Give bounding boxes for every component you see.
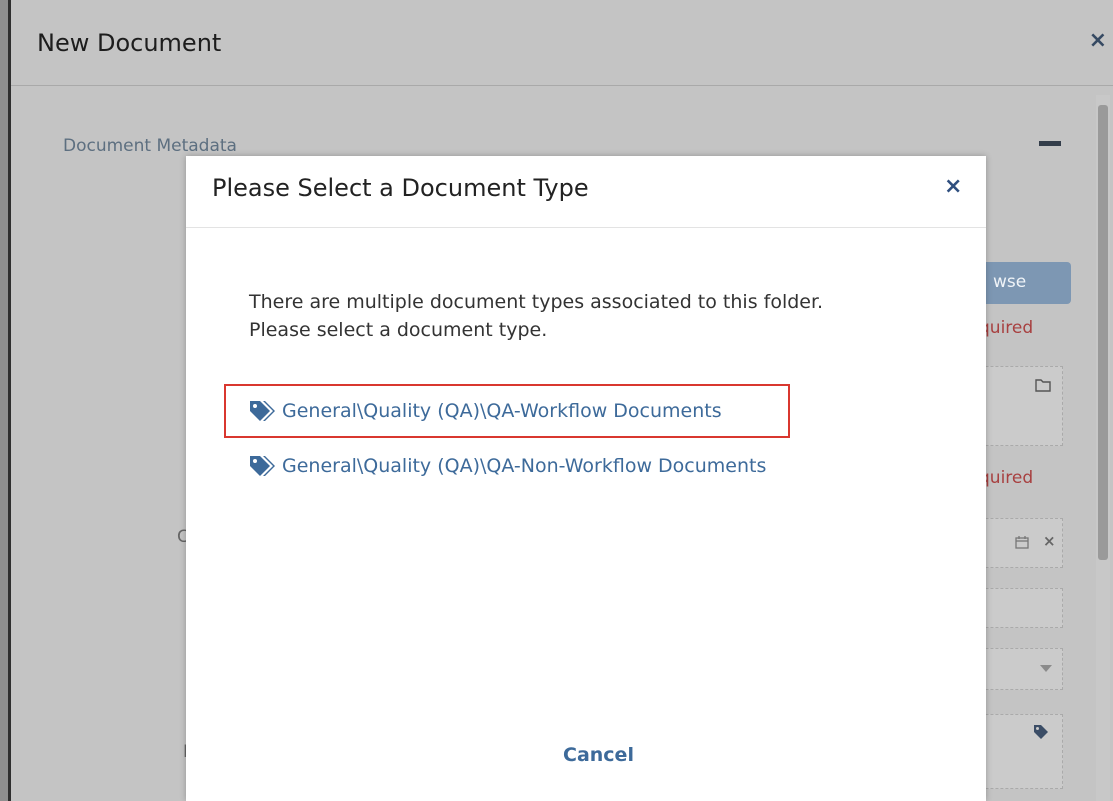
collapse-minus-icon[interactable] <box>1039 141 1061 146</box>
tag-icon <box>250 401 275 421</box>
scrollbar-thumb[interactable] <box>1098 105 1108 560</box>
folder-icon[interactable] <box>1035 378 1051 392</box>
calendar-icon[interactable] <box>1015 535 1029 549</box>
cancel-button[interactable]: Cancel <box>563 744 634 766</box>
doctype-option-non-workflow[interactable]: General\Quality (QA)\QA-Non-Workflow Doc… <box>249 454 766 478</box>
doctype-option-label: General\Quality (QA)\QA-Non-Workflow Doc… <box>282 455 767 477</box>
modal-close-icon[interactable]: × <box>944 176 962 198</box>
dropdown-caret-icon[interactable] <box>1040 665 1052 672</box>
modal-message: There are multiple document types associ… <box>249 288 949 344</box>
required-indicator-2: quired <box>979 468 1034 488</box>
window-header: New Document × <box>11 0 1113 86</box>
required-indicator-1: quired <box>979 318 1034 338</box>
modal-message-line-2: Please select a document type. <box>249 319 548 341</box>
tag-field-icon <box>1034 725 1048 739</box>
modal-title: Please Select a Document Type <box>212 174 589 202</box>
window-close-icon[interactable]: × <box>1089 30 1107 52</box>
document-type-modal: Please Select a Document Type × There ar… <box>186 156 986 801</box>
window-title: New Document <box>37 29 222 57</box>
tag-icon <box>250 456 275 476</box>
document-metadata-label: Document Metadata <box>63 136 237 156</box>
doctype-option-label: General\Quality (QA)\QA-Workflow Documen… <box>282 400 722 422</box>
modal-header: Please Select a Document Type × <box>186 156 986 228</box>
clear-date-icon[interactable]: × <box>1043 532 1056 550</box>
modal-message-line-1: There are multiple document types associ… <box>249 291 824 313</box>
doctype-option-workflow[interactable]: General\Quality (QA)\QA-Workflow Documen… <box>249 399 722 423</box>
